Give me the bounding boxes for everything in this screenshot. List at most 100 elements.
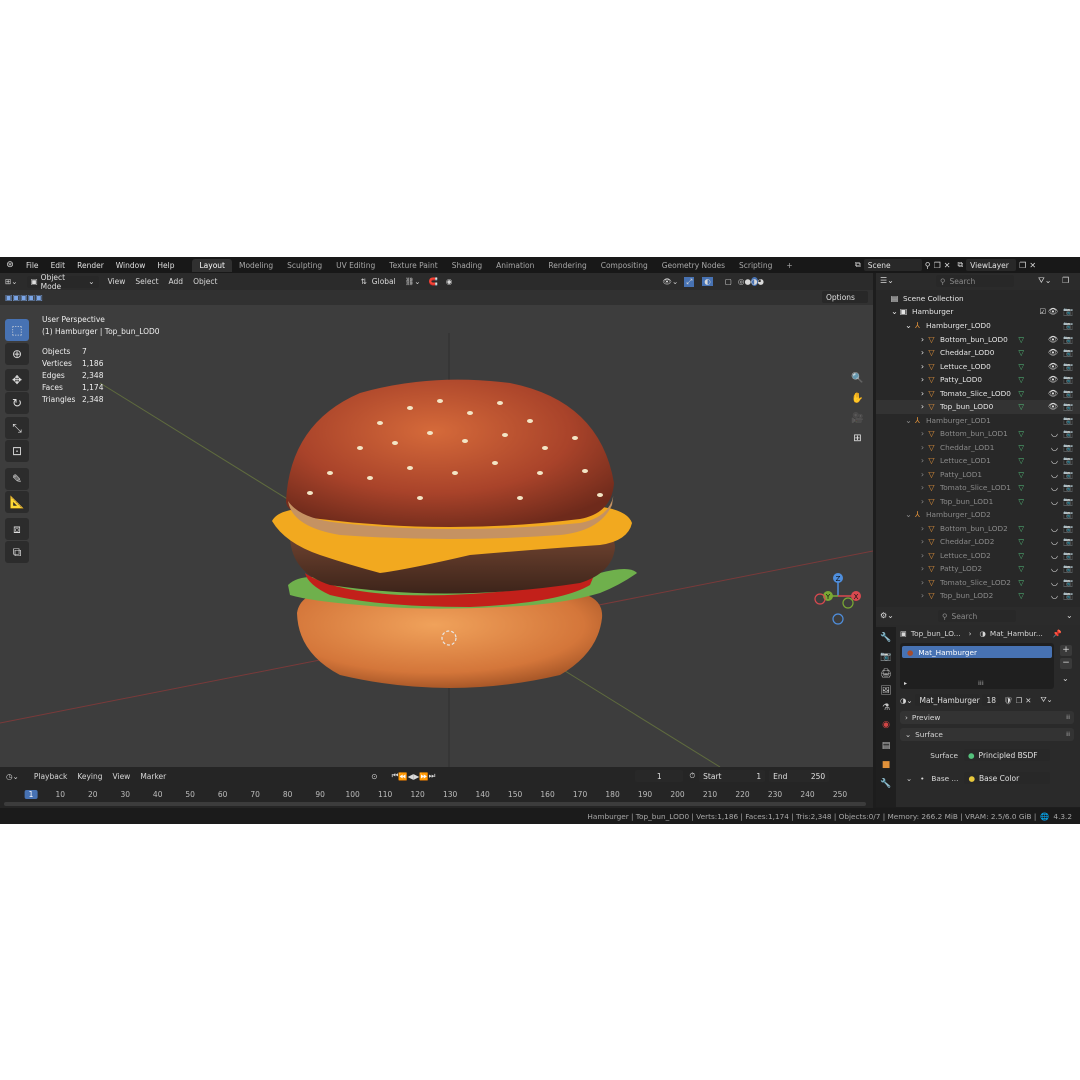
eye-icon[interactable]: 👁 <box>1048 375 1058 384</box>
pivot-icon[interactable]: ⛓⌄ <box>405 277 421 286</box>
material-browse-icon[interactable]: ◑⌄ <box>900 696 912 705</box>
outliner-item[interactable]: › ▽ Tomato_Slice_LOD2 ▽ ◡ 📷 <box>876 576 1080 590</box>
camera-icon[interactable]: 📷 <box>1063 335 1073 344</box>
modifier-tab-icon[interactable]: 🔧 <box>879 777 893 791</box>
node-link-icon[interactable]: ⛛⌄ <box>1040 695 1052 705</box>
eye-icon[interactable]: 👁 <box>1048 348 1058 357</box>
annotate-tool[interactable]: ✎ <box>5 468 29 490</box>
scene-tab-icon[interactable]: ⚗ <box>879 701 893 715</box>
eye-icon[interactable]: ◡ <box>1051 524 1058 533</box>
measure-tool[interactable]: 📐 <box>5 491 29 513</box>
eye-icon[interactable]: ◡ <box>1051 537 1058 546</box>
camera-icon[interactable]: 📷 <box>1063 362 1073 371</box>
chevron-down-icon[interactable]: ⌄ <box>906 774 912 783</box>
eye-icon[interactable]: ◡ <box>1051 551 1058 560</box>
tab-modeling[interactable]: Modeling <box>232 259 280 272</box>
outliner-item[interactable]: › ▽ Patty_LOD2 ▽ ◡ 📷 <box>876 562 1080 576</box>
outliner-item[interactable]: › ▽ Top_bun_LOD0 ▽ 👁 📷 <box>876 400 1080 414</box>
collection-row-lod1[interactable]: ⌄ ⅄ Hamburger_LOD1 📷 <box>876 414 1080 428</box>
eye-icon[interactable]: ◡ <box>1051 578 1058 587</box>
menu-file[interactable]: File <box>20 261 45 270</box>
chevron-right-icon[interactable]: › <box>918 470 927 479</box>
remove-slot-button[interactable]: − <box>1060 658 1072 669</box>
tab-geometry-nodes[interactable]: Geometry Nodes <box>655 259 732 272</box>
camera-icon[interactable]: 📷 <box>1063 497 1073 506</box>
filter-icon[interactable]: ⛛⌄ <box>1038 276 1051 286</box>
tool-tab-icon[interactable]: 🔧 <box>879 631 893 645</box>
object-tab-icon[interactable]: ■ <box>879 758 893 772</box>
3d-viewport[interactable]: Z X Y ⊞⌄ ▣ Object Mode ⌄ View Select Add… <box>0 273 873 767</box>
select-mode-icons[interactable]: ▣▣▣▣▣ <box>5 293 43 302</box>
expand-arrow-icon[interactable]: ⌄ <box>904 416 913 425</box>
chevron-right-icon[interactable]: › <box>918 564 927 573</box>
view-layer-tab-icon[interactable]: 🖼 <box>879 684 893 698</box>
scale-tool[interactable]: ⤡ <box>5 417 29 439</box>
camera-icon[interactable]: 📷 <box>1063 510 1073 519</box>
chevron-right-icon[interactable]: › <box>918 578 927 587</box>
camera-icon[interactable]: 📷 <box>1063 389 1073 398</box>
view-layer-selector[interactable]: ViewLayer <box>966 259 1017 271</box>
camera-icon[interactable]: 📷 <box>1063 470 1073 479</box>
chevron-right-icon[interactable]: › <box>918 483 927 492</box>
outliner-item[interactable]: › ▽ Top_bun_LOD2 ▽ ◡ 📷 <box>876 589 1080 603</box>
chevron-right-icon[interactable]: › <box>918 537 927 546</box>
chevron-right-icon[interactable]: › <box>918 551 927 560</box>
add-workspace-button[interactable]: + <box>779 259 799 272</box>
drag-handle-icon[interactable]: ⁞⁞ <box>1066 731 1070 738</box>
close-view-layer-icon[interactable]: ✕ <box>1029 261 1036 270</box>
timeline-scrollbar[interactable] <box>4 802 866 806</box>
eye-icon[interactable]: 👁 <box>1048 362 1058 371</box>
close-icon[interactable]: ✕ <box>944 261 951 270</box>
pan-hand-icon[interactable]: ✋ <box>849 390 866 407</box>
chevron-right-icon[interactable]: › <box>918 389 927 398</box>
chevron-right-icon[interactable]: › <box>918 335 927 344</box>
gizmo-toggle-icon[interactable]: ⤢ <box>684 276 695 287</box>
chevron-right-icon[interactable]: › <box>918 402 927 411</box>
transform-tool[interactable]: ⊡ <box>5 440 29 462</box>
outliner-item[interactable]: › ▽ Bottom_bun_LOD2 ▽ ◡ 📷 <box>876 522 1080 536</box>
eye-icon[interactable]: ◡ <box>1051 483 1058 492</box>
tab-animation[interactable]: Animation <box>489 259 541 272</box>
menu-view[interactable]: View <box>103 277 131 286</box>
add-slot-button[interactable]: + <box>1060 645 1072 656</box>
chevron-right-icon[interactable]: › <box>918 375 927 384</box>
select-box-tool[interactable]: ⬚ <box>5 319 29 341</box>
add-primitive-tool[interactable]: ⧉ <box>5 541 29 563</box>
camera-icon[interactable]: 📷 <box>1063 564 1073 573</box>
camera-icon[interactable]: 📷 <box>1063 402 1073 411</box>
outliner-item[interactable]: › ▽ Cheddar_LOD2 ▽ ◡ 📷 <box>876 535 1080 549</box>
eye-icon[interactable]: ◡ <box>1051 470 1058 479</box>
chevron-right-icon[interactable]: › <box>918 524 927 533</box>
collection-row-hamburger[interactable]: ⌄ ▣ Hamburger ☑ 👁 📷 <box>876 305 1080 319</box>
camera-icon[interactable]: 📷 <box>1063 591 1073 600</box>
drag-handle-icon[interactable]: ⁞⁞ <box>1066 714 1070 721</box>
cursor-tool[interactable]: ⊕ <box>5 343 29 365</box>
orientation-selector[interactable]: Global <box>367 277 401 286</box>
camera-icon[interactable]: 📷 <box>1063 429 1073 438</box>
options-button[interactable]: Options <box>822 291 868 303</box>
output-tab-icon[interactable]: 🖨 <box>879 667 893 681</box>
scene-icon[interactable]: ⧉ <box>855 260 861 270</box>
chevron-right-icon[interactable]: › <box>918 497 927 506</box>
tab-rendering[interactable]: Rendering <box>541 259 593 272</box>
eye-icon[interactable]: ◡ <box>1051 456 1058 465</box>
checkbox-icon[interactable]: ☑ <box>1039 307 1046 316</box>
overlay-toggle-icon[interactable]: ◐ <box>702 277 713 286</box>
preview-panel[interactable]: › Preview ⁞⁞ <box>900 711 1074 724</box>
eye-icon[interactable]: 👁 <box>1048 307 1058 316</box>
menu-render[interactable]: Render <box>71 261 110 270</box>
expand-arrow-icon[interactable]: ⌄ <box>904 510 913 519</box>
list-resize-handle[interactable]: ⁞⁞⁞ <box>978 680 984 687</box>
xray-icon[interactable]: ▢ <box>725 277 732 286</box>
properties-search-input[interactable]: ⚲ Search <box>938 610 1016 622</box>
eye-icon[interactable]: ◡ <box>1051 497 1058 506</box>
pin-icon[interactable]: ⚲ <box>925 261 931 270</box>
camera-icon[interactable]: 📷 <box>1063 551 1073 560</box>
tab-compositing[interactable]: Compositing <box>594 259 655 272</box>
perspective-toggle-icon[interactable]: ⊞ <box>849 430 866 447</box>
mode-selector[interactable]: ▣ Object Mode ⌄ <box>26 273 99 291</box>
chevron-right-icon[interactable]: › <box>918 362 927 371</box>
slot-menu-icon[interactable]: ⌄ <box>1062 674 1069 683</box>
menu-object[interactable]: Object <box>188 277 222 286</box>
render-tab-icon[interactable]: 📷 <box>879 650 893 664</box>
